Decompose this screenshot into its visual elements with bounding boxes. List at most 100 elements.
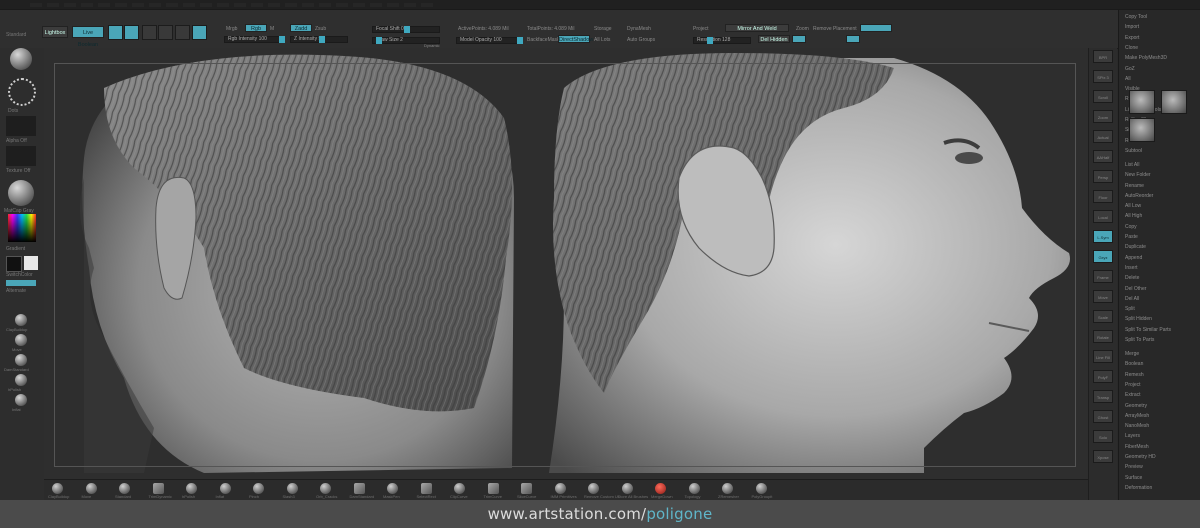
- shelf-button-aahalf[interactable]: AAHalf: [1093, 150, 1113, 163]
- subtool-thumbnail[interactable]: [1161, 90, 1187, 114]
- tool-panel-item[interactable]: List All: [1125, 162, 1139, 168]
- tool-panel-item[interactable]: Clone: [1125, 45, 1138, 51]
- tool-panel-item[interactable]: Split To Parts: [1125, 337, 1154, 343]
- bottom-brush-slicecurve[interactable]: [521, 483, 532, 494]
- subtool-thumbnail[interactable]: [1129, 90, 1155, 114]
- placement-toggle[interactable]: [860, 24, 892, 32]
- menu-item[interactable]: [302, 3, 314, 7]
- tool-panel-item[interactable]: Copy Tool: [1125, 14, 1147, 20]
- brush-slot-3[interactable]: [15, 374, 27, 386]
- shelf-button-zoom[interactable]: Zoom: [1093, 110, 1113, 123]
- menu-item[interactable]: [353, 3, 365, 7]
- bottom-brush-imm-primitives[interactable]: [554, 483, 566, 494]
- direct-shadow-button[interactable]: DirectShadow: [558, 35, 593, 43]
- mirror-and-weld-button[interactable]: Mirror And Weld: [725, 24, 789, 32]
- focal-shift-knob[interactable]: [404, 26, 410, 33]
- model-opacity-slider[interactable]: Model Opacity 100: [456, 37, 523, 44]
- scale-mode-icon[interactable]: [142, 25, 157, 40]
- tool-panel-item[interactable]: Del Other: [1125, 286, 1146, 292]
- shelf-button-spix-3[interactable]: SPix 3: [1093, 70, 1113, 83]
- tool-panel-item[interactable]: Paste: [1125, 234, 1138, 240]
- primary-color-swatch[interactable]: [24, 256, 38, 270]
- menu-item[interactable]: [234, 3, 246, 7]
- transform-icon[interactable]: [192, 25, 207, 40]
- tool-panel-item[interactable]: Insert: [1125, 265, 1138, 271]
- tool-panel-item[interactable]: Project: [1125, 382, 1141, 388]
- texture-slot[interactable]: [6, 146, 36, 166]
- bottom-brush-trimdynamic[interactable]: [152, 483, 164, 494]
- material-icon[interactable]: [8, 180, 34, 206]
- menu-item[interactable]: [115, 3, 127, 7]
- menu-item[interactable]: [30, 3, 42, 7]
- tool-panel-item[interactable]: ArrayMesh: [1125, 413, 1149, 419]
- bottom-brush-mergedown[interactable]: [655, 483, 666, 494]
- bottom-brush-inflat[interactable]: [219, 483, 231, 494]
- tool-panel-item[interactable]: Copy: [1125, 224, 1137, 230]
- bottom-brush-topology[interactable]: [688, 483, 700, 494]
- menu-item[interactable]: [404, 3, 416, 7]
- menu-item[interactable]: [149, 3, 161, 7]
- move-mode-icon[interactable]: [124, 25, 139, 40]
- menu-item[interactable]: [166, 3, 178, 7]
- current-brush-icon[interactable]: [10, 48, 32, 70]
- tool-panel-item[interactable]: Preview: [1125, 464, 1143, 470]
- shelf-button-rotate[interactable]: Rotate: [1093, 330, 1113, 343]
- draw-size-knob[interactable]: [376, 37, 382, 44]
- tool-panel-item[interactable]: Delete: [1125, 275, 1139, 281]
- shelf-button-bpr[interactable]: BPR: [1093, 50, 1113, 63]
- tool-panel-item[interactable]: Split Hidden: [1125, 316, 1152, 322]
- tool-panel-item[interactable]: NanoMesh: [1125, 423, 1149, 429]
- subtool-thumbnail[interactable]: [1129, 118, 1155, 142]
- zadd-toggle[interactable]: Zadd: [290, 24, 312, 32]
- tool-panel-item[interactable]: GoZ: [1125, 66, 1135, 72]
- bottom-brush-polygroupit[interactable]: [755, 483, 767, 494]
- tool-panel-item[interactable]: Split: [1125, 306, 1135, 312]
- rgb-toggle[interactable]: Rgb: [245, 24, 267, 32]
- shelf-button-move[interactable]: Move: [1093, 290, 1113, 303]
- tool-panel-item[interactable]: Boolean: [1125, 361, 1143, 367]
- auto-groups-button[interactable]: Auto Groups: [627, 37, 655, 43]
- shelf-button-scale[interactable]: Scale: [1093, 310, 1113, 323]
- menu-item[interactable]: [251, 3, 263, 7]
- bottom-brush-standard[interactable]: [119, 483, 130, 494]
- tool-panel-item[interactable]: Duplicate: [1125, 244, 1146, 250]
- bottom-brush-clipcurve[interactable]: [454, 483, 465, 494]
- bottom-brush-trimcurve[interactable]: [487, 483, 499, 494]
- shelf-button-persp[interactable]: Persp: [1093, 170, 1113, 183]
- tool-panel-item[interactable]: Remesh: [1125, 372, 1144, 378]
- tool-panel-item[interactable]: Merge: [1125, 351, 1139, 357]
- menu-item[interactable]: [64, 3, 76, 7]
- model-opacity-knob[interactable]: [517, 37, 523, 44]
- rgb-intensity-knob[interactable]: [279, 36, 285, 43]
- watermark-url[interactable]: www.artstation.com/poligone: [488, 505, 713, 523]
- brush-slot-0[interactable]: [15, 314, 27, 326]
- shelf-button-ghost[interactable]: Ghost: [1093, 410, 1113, 423]
- axis-z-toggle[interactable]: [846, 35, 860, 43]
- del-hidden-button[interactable]: Del Hidden: [758, 35, 790, 43]
- bottom-brush-slash3[interactable]: [286, 483, 298, 494]
- lightbox-button[interactable]: Lightbox: [42, 26, 68, 38]
- menu-item[interactable]: [421, 3, 433, 7]
- bottom-brush-pinch[interactable]: [253, 483, 264, 494]
- bottom-brush-move[interactable]: [85, 483, 97, 494]
- shelf-button-frame[interactable]: Frame: [1093, 270, 1113, 283]
- edit-icon[interactable]: [175, 25, 190, 40]
- menu-item[interactable]: [387, 3, 399, 7]
- rotate-mode-icon[interactable]: [158, 25, 173, 40]
- shelf-button-local[interactable]: Local: [1093, 210, 1113, 223]
- resolution-knob[interactable]: [707, 37, 713, 44]
- live-boolean-button[interactable]: Live Boolean: [72, 26, 104, 48]
- tool-panel-item[interactable]: All High: [1125, 213, 1142, 219]
- tool-panel-item[interactable]: AutoReorder: [1125, 193, 1153, 199]
- stroke-dots-icon[interactable]: [8, 78, 36, 106]
- menu-item[interactable]: [47, 3, 59, 7]
- tool-panel-item[interactable]: Del All: [1125, 296, 1139, 302]
- color-picker[interactable]: [8, 214, 36, 242]
- resolution-slider[interactable]: Resolution 128: [693, 37, 751, 44]
- brush-slot-1[interactable]: [15, 334, 27, 346]
- shelf-button-polyf[interactable]: PolyF: [1093, 370, 1113, 383]
- brush-slot-4[interactable]: [15, 394, 27, 406]
- z-intensity-knob[interactable]: [319, 36, 325, 43]
- brush-slot-2[interactable]: [15, 354, 27, 366]
- draw-mode-icon[interactable]: [108, 25, 123, 40]
